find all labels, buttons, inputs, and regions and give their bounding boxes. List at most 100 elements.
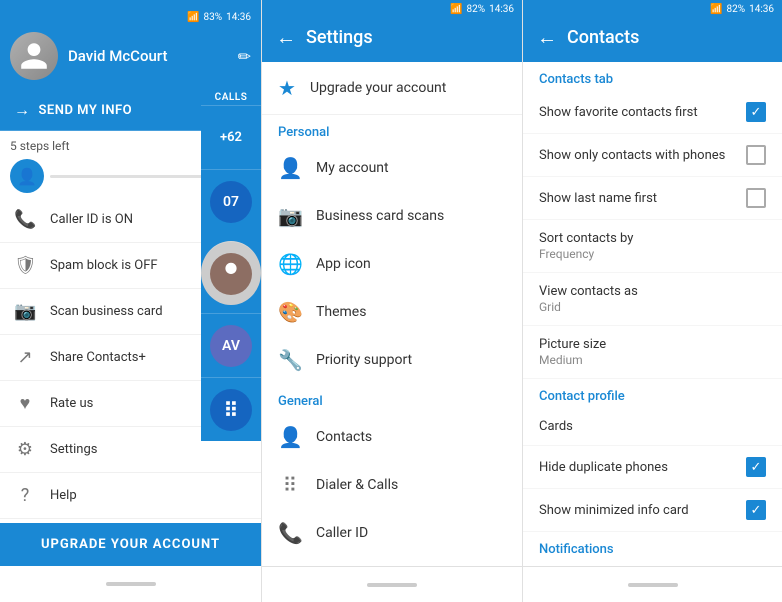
scan-card-label: Scan business card: [50, 304, 163, 319]
wrench-icon: 🔧: [278, 348, 302, 372]
contacts-label: Contacts: [316, 429, 372, 445]
battery-text: 83%: [204, 12, 223, 23]
show-fav-first-label: Show favorite contacts first: [539, 105, 746, 120]
panel3-title: Contacts: [567, 27, 639, 48]
panel2-title: Settings: [306, 27, 373, 48]
heart-icon: ♥: [14, 393, 36, 414]
globe-icon: 🌐: [278, 252, 302, 276]
show-only-phones-label: Show only contacts with phones: [539, 148, 746, 163]
caller-id-settings-label: Caller ID: [316, 525, 368, 541]
call-item-3[interactable]: [201, 241, 261, 305]
priority-support-label: Priority support: [316, 352, 412, 368]
panel3-content: Contacts tab Show favorite contacts firs…: [523, 62, 782, 566]
back-button-2[interactable]: ←: [276, 25, 296, 50]
time-text: 14:36: [226, 12, 251, 23]
call-number-1: +62: [220, 130, 242, 145]
share-icon: ↗: [14, 347, 36, 368]
show-min-info-checkbox[interactable]: ✓: [746, 500, 766, 520]
account-icon: 👤: [278, 156, 302, 180]
show-only-phones-checkbox[interactable]: [746, 145, 766, 165]
nav-pill-2: [367, 583, 417, 587]
view-contacts-label: View contacts as: [539, 284, 766, 299]
back-button-3[interactable]: ←: [537, 25, 557, 50]
avatar[interactable]: [10, 32, 58, 80]
signal-icon-3: 📶: [710, 4, 722, 15]
section-personal: Personal: [262, 115, 522, 144]
caller-id-label: Caller ID is ON: [50, 212, 133, 227]
time-text-3: 14:36: [749, 4, 774, 15]
step-icon-contact[interactable]: 👤: [10, 159, 44, 193]
show-min-info-label: Show minimized info card: [539, 503, 746, 518]
spam-block-label: Spam block is OFF: [50, 258, 158, 273]
panel-left: 📶 83% 14:36 David McCourt ✏ → SEND MY IN…: [0, 0, 261, 602]
settings-dialer[interactable]: ⠿ Dialer & Calls: [262, 461, 522, 509]
settings-caller-id[interactable]: 📞 Caller ID: [262, 509, 522, 557]
contacts-tab-label: Contacts tab: [523, 62, 782, 91]
nav-bar-2: [262, 566, 522, 602]
upgrade-account-item[interactable]: ★ Upgrade your account: [262, 62, 522, 115]
hide-dup-phones-checkbox[interactable]: ✓: [746, 457, 766, 477]
nav-bar-3: [523, 566, 782, 602]
share-contacts-label: Share Contacts+: [50, 350, 146, 365]
signal-icon-2: 📶: [450, 4, 462, 15]
phone-icon: 📞: [14, 209, 36, 230]
hide-dup-phones-item[interactable]: Hide duplicate phones ✓: [523, 446, 782, 489]
show-only-phones-item[interactable]: Show only contacts with phones: [523, 134, 782, 177]
show-last-name-item[interactable]: Show last name first: [523, 177, 782, 220]
menu-item-help[interactable]: ? Help: [0, 473, 261, 519]
palette-icon: 🎨: [278, 300, 302, 324]
nav-bar-1: [0, 566, 261, 602]
sort-contacts-label: Sort contacts by: [539, 231, 766, 246]
profile-name: David McCourt: [68, 47, 228, 65]
dialpad-icon-2: ⠿: [278, 473, 302, 497]
send-my-info-label: SEND MY INFO: [39, 103, 133, 118]
upgrade-button[interactable]: UPGRADE YOUR ACCOUNT: [0, 523, 261, 566]
rate-us-label: Rate us: [50, 396, 93, 411]
sort-contacts-item[interactable]: Sort contacts by Frequency: [523, 220, 782, 273]
nav-pill-3: [628, 583, 678, 587]
panel-middle: 📶 82% 14:36 ← Settings ★ Upgrade your ac…: [261, 0, 522, 602]
camera-icon: 📷: [14, 301, 36, 322]
settings-biz-card[interactable]: 📷 Business card scans: [262, 192, 522, 240]
settings-my-account[interactable]: 👤 My account: [262, 144, 522, 192]
calls-label: CALLS: [215, 86, 248, 105]
upgrade-account-label: Upgrade your account: [310, 80, 446, 96]
sort-contacts-value: Frequency: [539, 247, 766, 261]
settings-icon: ⚙: [14, 439, 36, 460]
call-item-4[interactable]: AV: [201, 313, 261, 377]
dialer-calls-label: Dialer & Calls: [316, 477, 398, 493]
settings-contacts[interactable]: 👤 Contacts: [262, 413, 522, 461]
battery-text-2: 82%: [467, 4, 486, 15]
contact-profile-label: Contact profile: [523, 379, 782, 408]
show-last-name-checkbox[interactable]: [746, 188, 766, 208]
panel1-header: 📶 83% 14:36 David McCourt ✏: [0, 0, 261, 90]
panel-right: 📶 82% 14:36 ← Contacts Contacts tab Show…: [522, 0, 782, 602]
call-item-2[interactable]: 07: [201, 169, 261, 233]
settings-themes[interactable]: 🎨 Themes: [262, 288, 522, 336]
picture-size-value: Medium: [539, 353, 766, 367]
panel2-content: ★ Upgrade your account Personal 👤 My acc…: [262, 62, 522, 566]
signal-icon: 📶: [187, 12, 199, 23]
call-item-1[interactable]: +62: [201, 105, 261, 169]
profile-row: David McCourt ✏: [10, 32, 251, 80]
settings-priority-support[interactable]: 🔧 Priority support: [262, 336, 522, 384]
view-contacts-item[interactable]: View contacts as Grid: [523, 273, 782, 326]
call-dialpad-btn[interactable]: ⠿: [201, 377, 261, 441]
show-min-info-item[interactable]: Show minimized info card ✓: [523, 489, 782, 532]
picture-size-label: Picture size: [539, 337, 766, 352]
nav-pill-1: [106, 582, 156, 586]
phone-icon-2: 📞: [278, 521, 302, 545]
show-fav-first-checkbox[interactable]: ✓: [746, 102, 766, 122]
themes-label: Themes: [316, 304, 366, 320]
settings-app-icon[interactable]: 🌐 App icon: [262, 240, 522, 288]
shield-icon: 🛡: [14, 255, 36, 276]
edit-icon[interactable]: ✏: [238, 47, 251, 66]
picture-size-item[interactable]: Picture size Medium: [523, 326, 782, 379]
step-progress-bar: [50, 175, 211, 178]
panel2-title-row: ← Settings: [262, 17, 522, 62]
call-avatar-2: 07: [210, 181, 252, 223]
show-fav-first-item[interactable]: Show favorite contacts first ✓: [523, 91, 782, 134]
biz-card-label: Business card scans: [316, 208, 444, 224]
cards-item[interactable]: Cards: [523, 408, 782, 446]
time-text-2: 14:36: [489, 4, 514, 15]
